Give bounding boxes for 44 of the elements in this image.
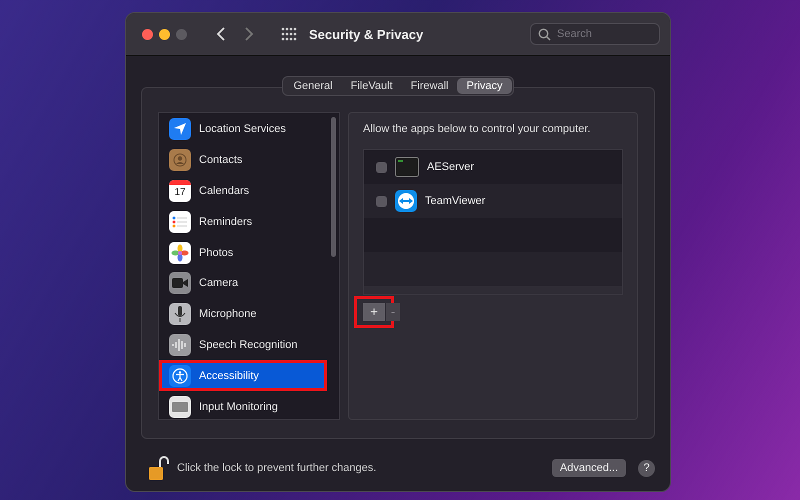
minimize-button[interactable] — [159, 28, 170, 40]
checkbox[interactable] — [376, 162, 387, 172]
calendar-icon: 17 — [169, 180, 191, 202]
advanced-button[interactable]: Advanced... — [552, 459, 626, 477]
back-icon[interactable] — [215, 26, 227, 42]
add-button[interactable]: + — [363, 303, 385, 321]
scrollbar[interactable] — [331, 117, 336, 257]
description-text: Allow the apps below to control your computer. — [363, 123, 592, 135]
sidebar-item[interactable]: Speech Recognition — [159, 330, 327, 360]
sidebar-item[interactable]: Photos — [159, 237, 327, 268]
unlocked-lock-icon[interactable] — [147, 455, 169, 481]
tab[interactable]: Privacy — [457, 78, 512, 94]
keyboard-icon — [169, 396, 191, 418]
search-field[interactable]: Search — [530, 23, 660, 45]
contacts-icon — [169, 149, 191, 172]
location-icon — [169, 118, 191, 140]
tab[interactable]: General — [284, 78, 342, 94]
accessibility-icon — [169, 364, 191, 387]
tab[interactable]: Firewall — [402, 78, 458, 94]
close-button[interactable] — [142, 28, 153, 40]
speech-icon — [169, 334, 191, 356]
teamviewer-icon — [395, 190, 417, 212]
terminal-icon — [395, 157, 419, 177]
help-button[interactable]: ? — [638, 460, 655, 476]
photos-icon — [169, 242, 191, 264]
sidebar-item[interactable]: Location Services — [159, 114, 327, 145]
sidebar-item[interactable]: Reminders — [159, 206, 327, 238]
reminders-icon — [169, 210, 191, 233]
sidebar-item[interactable]: Accessibility — [159, 360, 327, 392]
sidebar-item[interactable]: Input Monitoring — [159, 391, 327, 419]
grid-icon[interactable] — [281, 27, 297, 41]
sidebar-item[interactable]: Microphone — [159, 298, 327, 330]
sidebar-item[interactable]: Contacts — [159, 144, 327, 176]
tab[interactable]: FileVault — [342, 78, 402, 94]
sidebar-item[interactable]: 17 Calendars — [159, 176, 327, 206]
app-name: TeamViewer — [425, 195, 486, 207]
window-title: Security & Privacy — [309, 26, 424, 42]
sidebar-item[interactable]: Camera — [159, 268, 327, 299]
app-name: AEServer — [427, 161, 474, 173]
lock-hint-text: Click the lock to prevent further changes. — [177, 462, 376, 474]
checkbox[interactable] — [376, 196, 387, 206]
microphone-icon — [169, 303, 191, 326]
camera-icon — [169, 272, 191, 294]
forward-icon[interactable] — [243, 26, 255, 42]
